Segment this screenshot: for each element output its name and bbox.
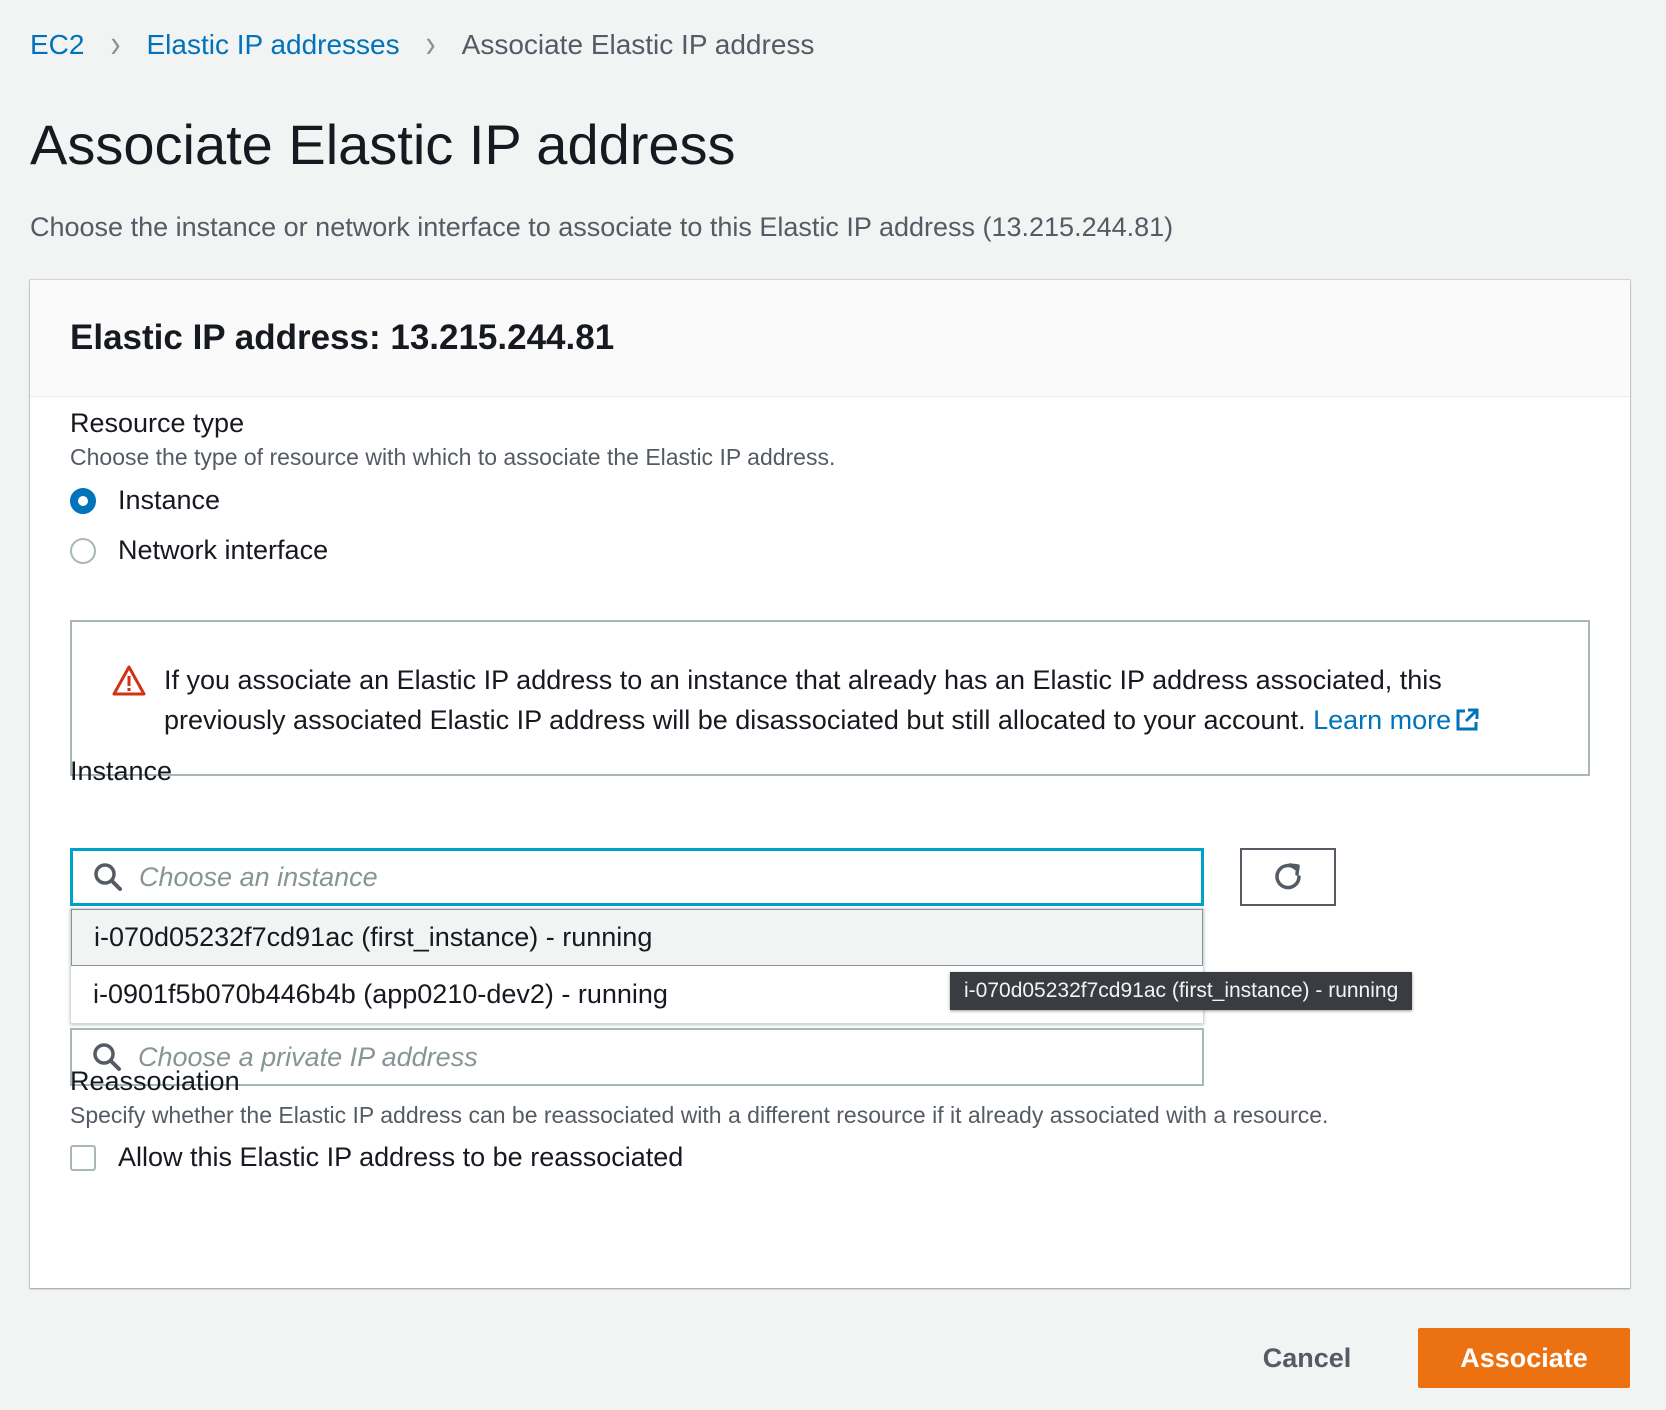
radio-network-interface-label: Network interface xyxy=(118,535,329,565)
breadcrumb-elastic-ip-link[interactable]: Elastic IP addresses xyxy=(146,29,399,61)
elastic-ip-panel: Elastic IP address: 13.215.244.81 Resour… xyxy=(30,280,1630,1288)
radio-instance-label: Instance xyxy=(118,485,221,515)
breadcrumb-ec2-link[interactable]: EC2 xyxy=(30,29,84,61)
reassociation-help: Specify whether the Elastic IP address c… xyxy=(70,1102,1329,1128)
page-title: Associate Elastic IP address xyxy=(30,113,736,176)
resource-type-help: Choose the type of resource with which t… xyxy=(70,444,836,470)
associate-button[interactable]: Associate xyxy=(1418,1328,1630,1388)
resource-type-label: Resource type xyxy=(70,408,245,438)
reassociation-checkbox-row[interactable]: Allow this Elastic IP address to be reas… xyxy=(70,1142,683,1173)
refresh-button[interactable] xyxy=(1240,848,1336,906)
radio-button-checked[interactable] xyxy=(70,487,96,514)
learn-more-label: Learn more xyxy=(1313,705,1452,735)
radio-instance[interactable]: Instance xyxy=(70,485,220,516)
warning-text: If you associate an Elastic IP address t… xyxy=(164,665,1442,735)
instance-search-input[interactable]: Choose an instance xyxy=(70,848,1204,906)
option-tooltip: i-070d05232f7cd91ac (first_instance) - r… xyxy=(950,972,1413,1010)
breadcrumb: EC2 › Elastic IP addresses › Associate E… xyxy=(30,23,815,66)
warning-alert: If you associate an Elastic IP address t… xyxy=(70,620,1590,776)
learn-more-link[interactable]: Learn more xyxy=(1313,705,1480,735)
cancel-button[interactable]: Cancel xyxy=(1232,1328,1382,1388)
external-link-icon xyxy=(1456,708,1479,731)
breadcrumb-current: Associate Elastic IP address xyxy=(461,29,815,60)
page-description: Choose the instance or network interface… xyxy=(30,212,1174,242)
radio-button-unchecked[interactable] xyxy=(70,537,96,564)
warning-icon xyxy=(112,665,146,696)
warning-text-block: If you associate an Elastic IP address t… xyxy=(164,660,1564,740)
instance-label: Instance xyxy=(70,756,173,786)
private-ip-search-input[interactable]: Choose a private IP address xyxy=(70,1028,1204,1086)
panel-header: Elastic IP address: 13.215.244.81 xyxy=(30,280,1630,397)
search-icon xyxy=(94,863,122,891)
instance-placeholder: Choose an instance xyxy=(139,861,378,892)
reassociation-checkbox-label: Allow this Elastic IP address to be reas… xyxy=(118,1142,684,1172)
reassociation-checkbox[interactable] xyxy=(70,1144,96,1171)
radio-network-interface[interactable]: Network interface xyxy=(70,535,328,566)
chevron-right-icon: › xyxy=(425,22,436,66)
reassociation-label: Reassociation xyxy=(70,1066,240,1096)
refresh-icon xyxy=(1275,863,1301,890)
dropdown-option[interactable]: i-070d05232f7cd91ac (first_instance) - r… xyxy=(71,909,1203,966)
chevron-right-icon: › xyxy=(110,22,121,66)
